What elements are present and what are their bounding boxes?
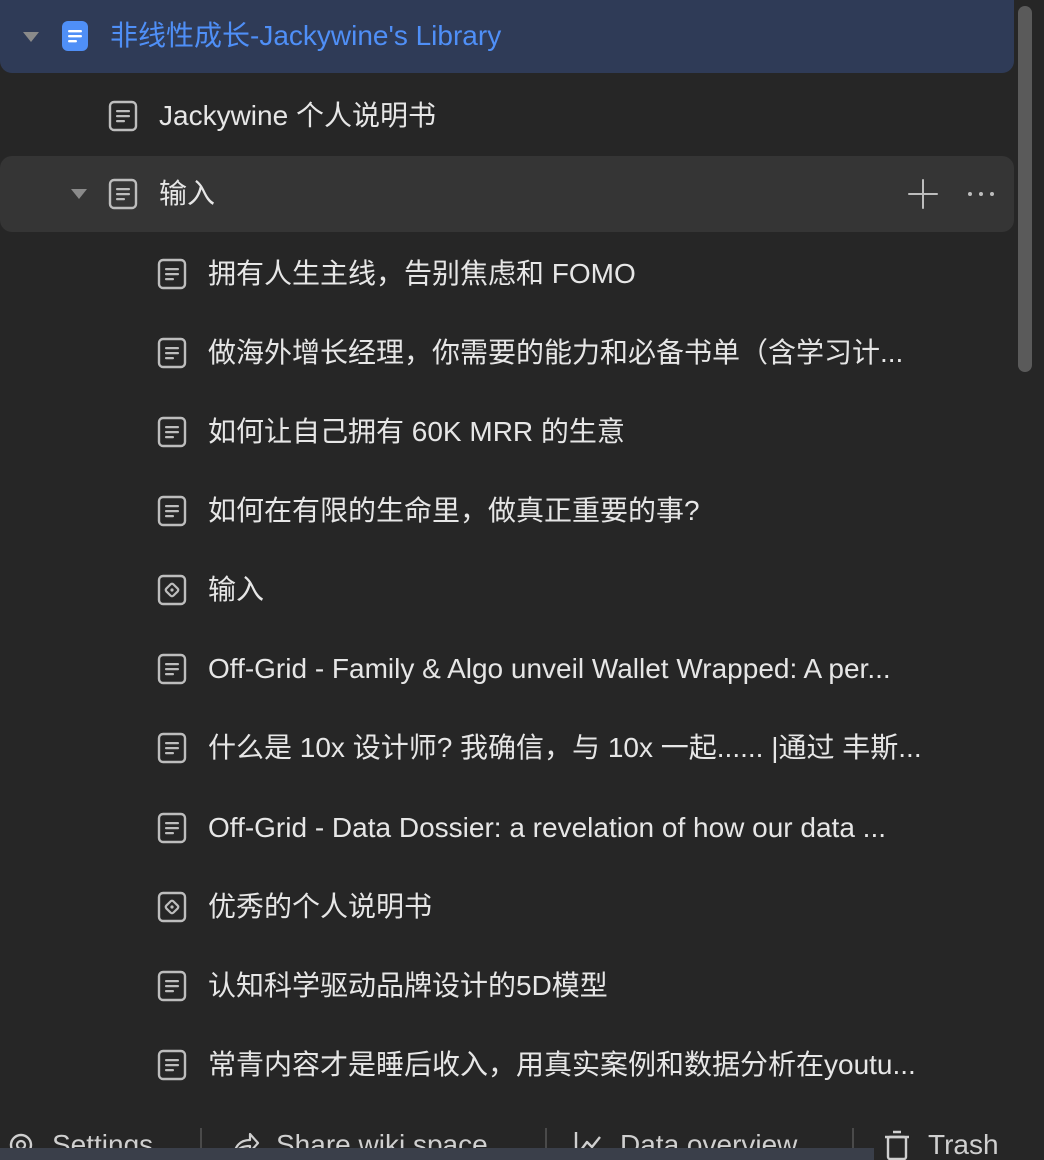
tree-item[interactable]: Off-Grid - Data Dossier: a revelation of… <box>0 790 1014 866</box>
tree-item-label: 认知科学驱动品牌设计的5D模型 <box>208 970 608 1001</box>
tree-item-label: Jackywine 个人说明书 <box>159 100 436 131</box>
tree-item[interactable]: 如何让自己拥有 60K MRR 的生意 <box>0 394 1014 470</box>
tree-item[interactable]: 优秀的个人说明书 <box>0 869 1014 945</box>
tree-item-label: 常青内容才是睡后收入，用真实案例和数据分析在youtu... <box>208 1049 916 1080</box>
caret-down-icon[interactable] <box>71 189 87 199</box>
tree-item[interactable]: Off-Grid - Family & Algo unveil Wallet W… <box>0 631 1014 707</box>
tree-item-label: Off-Grid - Family & Algo unveil Wallet W… <box>208 653 891 684</box>
document-icon <box>157 258 187 290</box>
tree-item[interactable]: 做海外增长经理，你需要的能力和必备书单（含学习计... <box>0 315 1014 391</box>
tree-item[interactable]: 认知科学驱动品牌设计的5D模型 <box>0 948 1014 1024</box>
tree-item-expanded[interactable]: 输入 <box>0 156 1014 232</box>
tree-item-label: 优秀的个人说明书 <box>208 891 433 922</box>
tree-item-label: 拥有人生主线，告别焦虑和 FOMO <box>208 258 636 289</box>
caret-down-icon[interactable] <box>23 32 39 42</box>
tree-item-label: 如何让自己拥有 60K MRR 的生意 <box>208 416 625 447</box>
tree-item[interactable]: 常青内容才是睡后收入，用真实案例和数据分析在youtu... <box>0 1027 1014 1103</box>
more-options-icon[interactable] <box>968 192 994 196</box>
document-icon <box>157 653 187 685</box>
row-actions <box>908 179 994 209</box>
document-icon <box>157 1049 187 1081</box>
tree-item[interactable]: 什么是 10x 设计师? 我确信，与 10x 一起...... |通过 丰斯..… <box>0 710 1014 786</box>
document-icon <box>157 732 187 764</box>
trash-button[interactable]: Trash <box>880 1128 999 1160</box>
board-icon <box>157 574 187 606</box>
document-icon <box>157 416 187 448</box>
tree-item[interactable]: 拥有人生主线，告别焦虑和 FOMO <box>0 236 1014 312</box>
tree-root-label: 非线性成长-Jackywine's Library <box>110 20 502 51</box>
tree-item-label: 如何在有限的生命里，做真正重要的事? <box>208 495 700 526</box>
horizontal-scrollbar[interactable] <box>0 1148 874 1160</box>
tree-item[interactable]: Jackywine 个人说明书 <box>0 78 1014 154</box>
tree-item-label: 输入 <box>159 178 216 209</box>
tree-item-label: 什么是 10x 设计师? 我确信，与 10x 一起...... |通过 丰斯..… <box>208 732 922 763</box>
tree-item[interactable]: 输入 <box>0 552 1014 628</box>
tree-root-item[interactable]: 非线性成长-Jackywine's Library <box>0 0 1014 73</box>
document-icon <box>157 970 187 1002</box>
tree-item[interactable]: 如何在有限的生命里，做真正重要的事? <box>0 473 1014 549</box>
document-icon <box>157 495 187 527</box>
document-icon <box>108 100 138 132</box>
document-blue-icon <box>62 21 88 51</box>
vertical-scrollbar[interactable] <box>1018 6 1032 372</box>
tree-item-label: Off-Grid - Data Dossier: a revelation of… <box>208 812 887 843</box>
tree-item-label: 输入 <box>208 574 265 605</box>
tree-item-label: 做海外增长经理，你需要的能力和必备书单（含学习计... <box>208 337 904 368</box>
document-icon <box>157 337 187 369</box>
add-child-icon[interactable] <box>908 179 938 209</box>
document-icon <box>108 178 138 210</box>
board-icon <box>157 891 187 923</box>
document-icon <box>157 812 187 844</box>
trash-label: Trash <box>928 1129 999 1160</box>
wiki-tree: 非线性成长-Jackywine's Library Jackywine 个人说明… <box>0 0 1014 1110</box>
trash-icon <box>885 1130 909 1160</box>
